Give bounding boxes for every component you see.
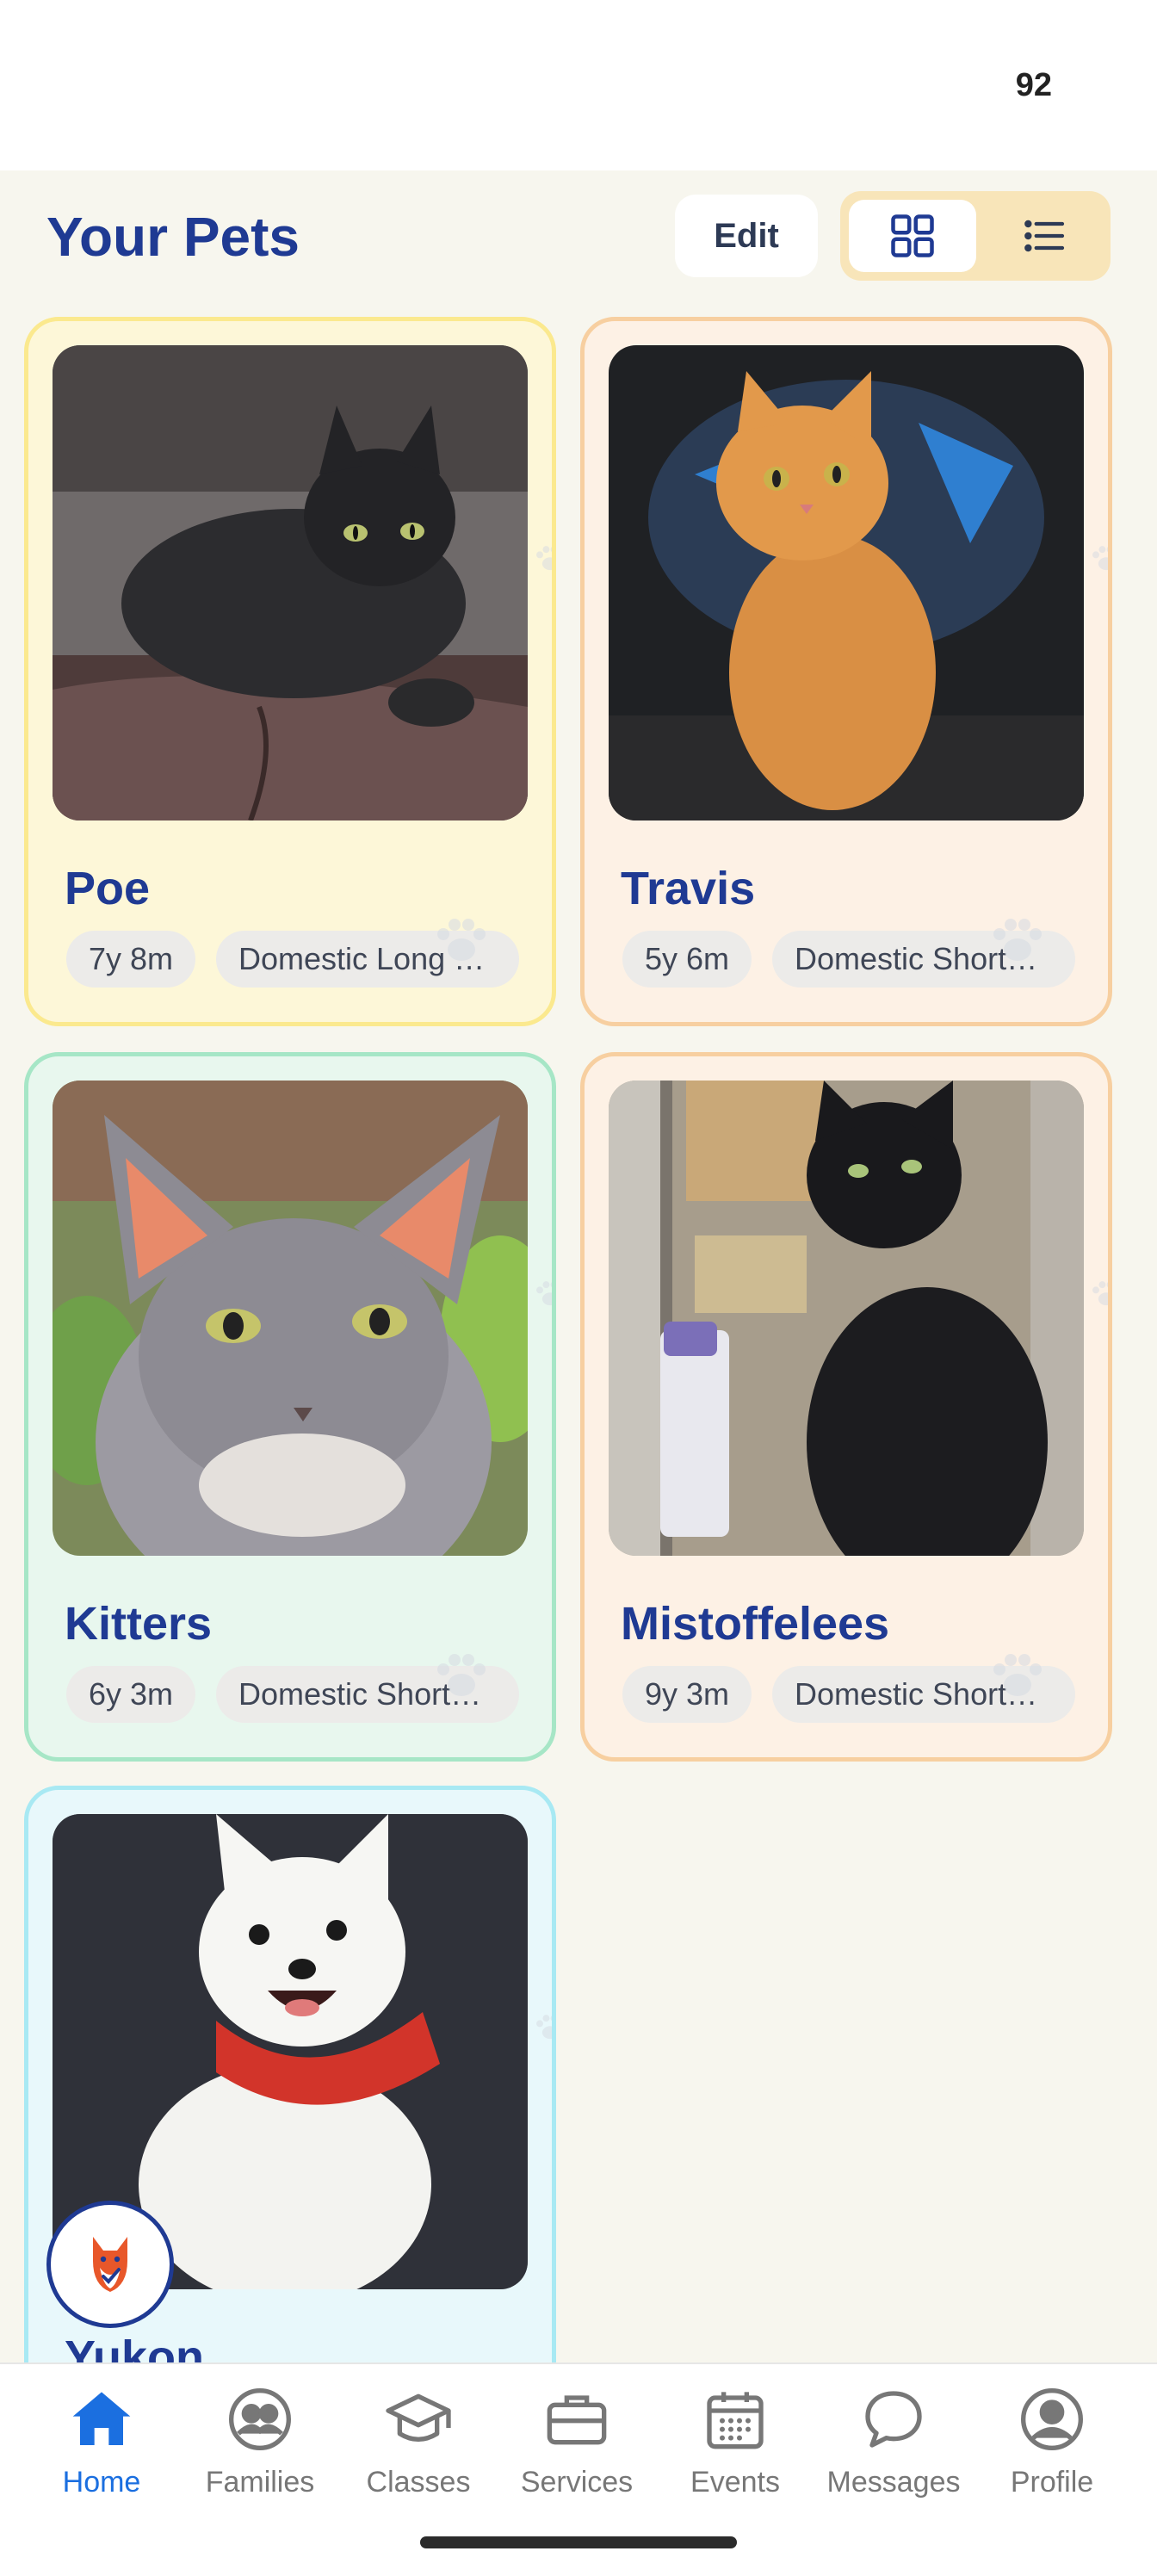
view-mode-toggle [840, 191, 1111, 281]
events-icon [707, 2392, 764, 2449]
services-icon [547, 2395, 607, 2445]
nav-services[interactable]: Services [498, 2385, 656, 2523]
paw-print-icon [993, 1654, 1042, 1696]
pet-age-chip: 9y 3m [622, 1666, 752, 1723]
nav-label: Services [520, 2466, 634, 2499]
nav-label: Families [205, 2466, 315, 2499]
list-view-button[interactable] [987, 200, 1102, 272]
nav-label: Profile [1010, 2466, 1094, 2499]
paw-print-icon [1092, 1281, 1108, 1306]
pet-photo [53, 1081, 528, 1556]
pet-name: Travis [621, 863, 756, 914]
pet-card[interactable]: Travis 5y 6m Domestic Short… [580, 317, 1112, 1026]
pet-name: Poe [65, 863, 151, 914]
page-header: Your Pets Edit [0, 170, 1157, 308]
pet-age-chip: 5y 6m [622, 931, 752, 988]
edit-button[interactable]: Edit [675, 195, 818, 277]
profile-icon [1021, 2388, 1083, 2450]
nav-label: Classes [366, 2466, 471, 2499]
pet-name: Kitters [65, 1598, 213, 1650]
nav-profile[interactable]: Profile [973, 2385, 1131, 2523]
classes-icon [386, 2393, 451, 2442]
paw-print-icon [1092, 546, 1108, 571]
pet-photo [609, 1081, 1084, 1556]
nav-label: Messages [826, 2466, 961, 2499]
paw-print-icon [437, 1654, 486, 1696]
fox-mascot-icon [93, 2237, 127, 2292]
status-bar: 92 [0, 0, 1157, 170]
home-icon [72, 2392, 131, 2445]
nav-families[interactable]: Families [181, 2385, 339, 2523]
pet-card[interactable]: Mistoffelees 9y 3m Domestic Short… [580, 1052, 1112, 1762]
grid-view-button[interactable] [849, 200, 976, 272]
pet-photo [53, 345, 528, 820]
assistant-fab-button[interactable] [46, 2201, 174, 2328]
messages-icon [865, 2391, 922, 2448]
pet-card[interactable]: Poe 7y 8m Domestic Long … [24, 317, 556, 1026]
nav-label: Events [690, 2466, 780, 2499]
families-icon [229, 2388, 291, 2450]
pet-card[interactable]: Kitters 6y 3m Domestic Short… [24, 1052, 556, 1762]
pet-age-chip: 6y 3m [66, 1666, 196, 1723]
grid-icon [891, 214, 934, 257]
paw-print-icon [437, 919, 486, 961]
nav-home[interactable]: Home [22, 2385, 181, 2523]
home-indicator[interactable] [420, 2536, 737, 2548]
nav-classes[interactable]: Classes [339, 2385, 498, 2523]
page-title: Your Pets [46, 206, 300, 268]
nav-messages[interactable]: Messages [814, 2385, 973, 2523]
paw-print-icon [993, 919, 1042, 961]
pet-photo [609, 345, 1084, 820]
list-icon [1024, 220, 1065, 252]
nav-events[interactable]: Events [656, 2385, 814, 2523]
pet-age-chip: 7y 8m [66, 931, 196, 988]
pet-name: Mistoffelees [621, 1598, 890, 1650]
paw-print-icon [536, 546, 552, 571]
paw-print-icon [536, 1281, 552, 1306]
nav-label: Home [62, 2466, 141, 2499]
paw-print-icon [536, 2015, 552, 2040]
battery-level: 92 [1015, 67, 1052, 103]
